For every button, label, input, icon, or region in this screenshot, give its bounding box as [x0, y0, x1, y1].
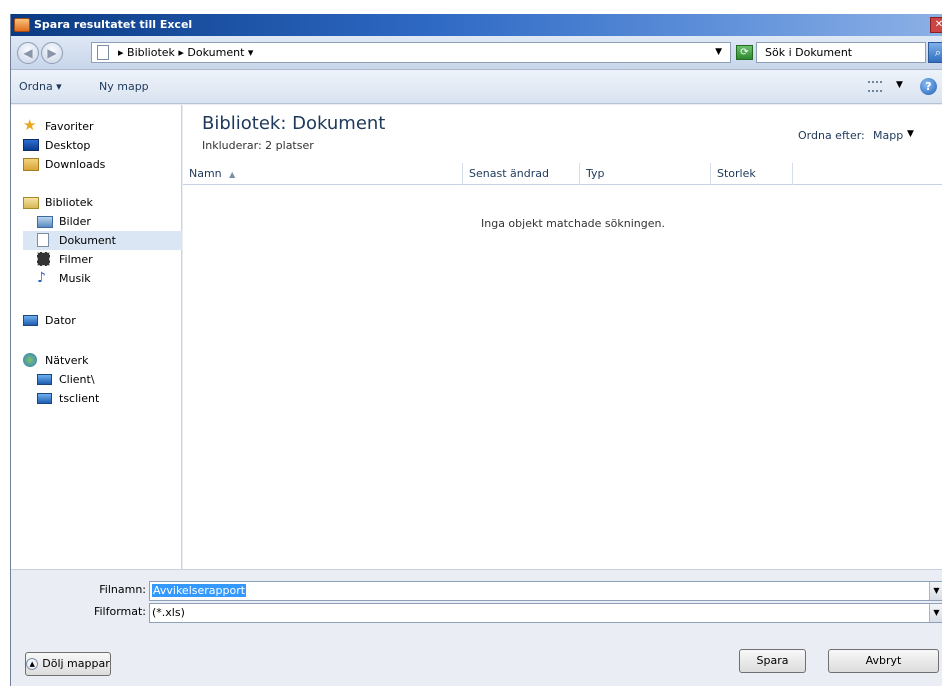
filename-field[interactable]: Avvikelserapport ▼ [149, 581, 942, 601]
music-note-icon: ♪ [37, 270, 46, 286]
sidebar-item-desktop[interactable]: Desktop [23, 136, 173, 155]
documents-icon [37, 233, 49, 247]
forward-arrow-icon: ▶ [47, 46, 57, 60]
forward-button[interactable]: ▶ [41, 42, 63, 64]
sidebar-item-client[interactable]: Client\ [37, 370, 173, 389]
format-value: (*.xls) [152, 606, 185, 619]
arrange-by-label: Ordna efter: [798, 129, 865, 142]
computer-icon [23, 315, 38, 326]
format-select[interactable]: (*.xls) ▼ [149, 603, 942, 623]
format-label: Filformat: [93, 605, 146, 618]
document-icon [97, 45, 109, 60]
computer-icon [37, 374, 52, 385]
sidebar-item-videos[interactable]: Filmer [37, 250, 173, 269]
command-toolbar: Ordna ▾ Ny mapp ▼ ? [11, 70, 942, 104]
back-button[interactable]: ◀ [17, 42, 39, 64]
pictures-icon [37, 216, 53, 228]
refresh-icon: ⟳ [740, 47, 749, 58]
desktop-icon [23, 139, 39, 151]
sidebar-item-computer[interactable]: Dator [23, 311, 173, 330]
filename-label: Filnamn: [99, 583, 146, 596]
downloads-folder-icon [23, 158, 39, 171]
breadcrumb[interactable]: ▸ Bibliotek ▸ Dokument ▾ [118, 43, 253, 62]
view-dropdown-icon[interactable]: ▼ [896, 80, 903, 90]
sidebar-item-pictures[interactable]: Bilder [37, 212, 173, 231]
title-bar[interactable]: Spara resultatet till Excel ✕ [11, 14, 942, 36]
column-size[interactable]: Storlek [711, 163, 793, 185]
close-button[interactable]: ✕ [930, 17, 942, 33]
film-icon [37, 252, 50, 266]
library-title: Bibliotek: Dokument [202, 113, 386, 134]
sort-ascending-icon: ▲ [229, 170, 236, 179]
column-header-row: Namn ▲ Senast ändrad Typ Storlek [183, 163, 942, 185]
view-icon[interactable] [868, 81, 882, 92]
save-options-panel: Filnamn: Avvikelserapport ▼ Filformat: (… [11, 569, 942, 686]
file-list-pane: Bibliotek: Dokument Inkluderar: 2 platse… [183, 105, 942, 569]
star-icon: ★ [23, 116, 37, 134]
filename-dropdown-icon[interactable]: ▼ [929, 582, 942, 600]
address-bar[interactable]: ▸ Bibliotek ▸ Dokument ▾ ▼ [91, 42, 731, 63]
column-name[interactable]: Namn ▲ [183, 163, 463, 185]
sidebar-item-network[interactable]: Nätverk [23, 351, 173, 370]
library-icon [23, 197, 39, 209]
column-type[interactable]: Typ [580, 163, 711, 185]
search-button[interactable]: ⌕ [928, 42, 942, 63]
computer-icon [37, 393, 52, 404]
filename-value: Avvikelserapport [152, 584, 247, 597]
sidebar-item-favorites[interactable]: ★ Favoriter [23, 117, 173, 136]
column-modified[interactable]: Senast ändrad [463, 163, 580, 185]
network-icon [23, 353, 37, 367]
window-title: Spara resultatet till Excel [34, 18, 193, 31]
empty-list-message: Inga objekt matchade sökningen. [481, 217, 665, 230]
organize-menu[interactable]: Ordna ▾ [19, 80, 62, 93]
arrange-by-value[interactable]: Mapp [873, 129, 903, 142]
navigation-bar: ◀ ▶ ▸ Bibliotek ▸ Dokument ▾ ▼ ⟳ Sök i D… [11, 36, 942, 70]
format-dropdown-icon[interactable]: ▼ [929, 604, 942, 622]
cancel-button[interactable]: Avbryt [828, 649, 939, 673]
search-icon: ⌕ [934, 46, 942, 59]
save-button[interactable]: Spara [739, 649, 806, 673]
sidebar-item-documents[interactable]: Dokument [23, 231, 182, 250]
hide-folders-button[interactable]: ▲ Dölj mappar [25, 652, 111, 676]
chevron-up-icon: ▲ [26, 658, 39, 670]
save-dialog: Spara resultatet till Excel ✕ ◀ ▶ ▸ Bibl… [10, 14, 942, 686]
library-includes-link[interactable]: Inkluderar: 2 platser [202, 139, 314, 152]
arrange-dropdown-icon[interactable]: ▼ [907, 129, 914, 139]
navigation-pane: ★ Favoriter Desktop Downloads Bibliotek … [11, 105, 182, 569]
sidebar-item-tsclient[interactable]: tsclient [37, 389, 173, 408]
excel-app-icon [14, 18, 30, 32]
sidebar-item-libraries[interactable]: Bibliotek [23, 193, 173, 212]
search-input[interactable]: Sök i Dokument [756, 42, 926, 63]
back-arrow-icon: ◀ [23, 46, 33, 60]
new-folder-button[interactable]: Ny mapp [99, 80, 149, 93]
refresh-button[interactable]: ⟳ [736, 45, 753, 60]
sidebar-item-downloads[interactable]: Downloads [23, 155, 173, 174]
sidebar-item-music[interactable]: ♪ Musik [37, 269, 173, 288]
help-icon[interactable]: ? [920, 78, 937, 95]
address-dropdown-icon[interactable]: ▼ [715, 43, 722, 62]
